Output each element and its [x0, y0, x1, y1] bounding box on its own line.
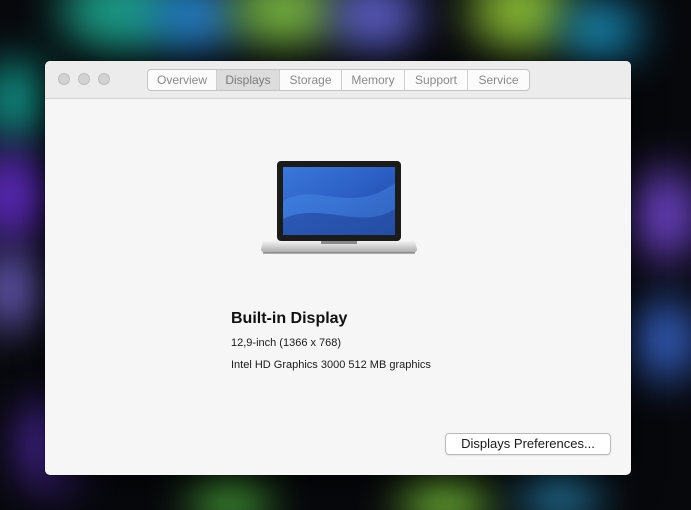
display-graphics: Intel HD Graphics 3000 512 MB graphics [231, 359, 431, 371]
wallpaper-blob [630, 170, 691, 260]
close-button[interactable] [58, 73, 70, 85]
tab-service[interactable]: Service [468, 70, 529, 90]
tab-displays[interactable]: Displays [217, 70, 280, 90]
wallpaper-blob [630, 300, 691, 380]
wallpaper-blob [150, 0, 240, 50]
tab-storage[interactable]: Storage [280, 70, 342, 90]
tab-bar: Overview Displays Storage Memory Support… [147, 69, 530, 91]
wallpaper-blob [0, 60, 50, 140]
desktop-wallpaper: Overview Displays Storage Memory Support… [0, 0, 691, 510]
laptop-icon [261, 161, 417, 257]
tab-memory[interactable]: Memory [342, 70, 405, 90]
display-size: 12,9-inch (1366 x 768) [231, 337, 342, 349]
wallpaper-blob [0, 250, 40, 330]
minimize-button[interactable] [78, 73, 90, 85]
displays-preferences-button[interactable]: Displays Preferences... [445, 433, 611, 455]
wallpaper-blob [470, 0, 570, 50]
display-title: Built-in Display [231, 310, 348, 327]
wallpaper-blob [400, 470, 490, 510]
tab-overview[interactable]: Overview [148, 70, 217, 90]
wallpaper-blob [0, 150, 50, 240]
wallpaper-blob [230, 0, 340, 45]
window-titlebar: Overview Displays Storage Memory Support… [45, 61, 631, 99]
tab-support[interactable]: Support [405, 70, 468, 90]
wallpaper-blob [190, 470, 270, 510]
wallpaper-blob [330, 0, 420, 50]
zoom-button[interactable] [98, 73, 110, 85]
wallpaper-blob [560, 0, 640, 60]
about-this-mac-window: Overview Displays Storage Memory Support… [45, 61, 631, 475]
